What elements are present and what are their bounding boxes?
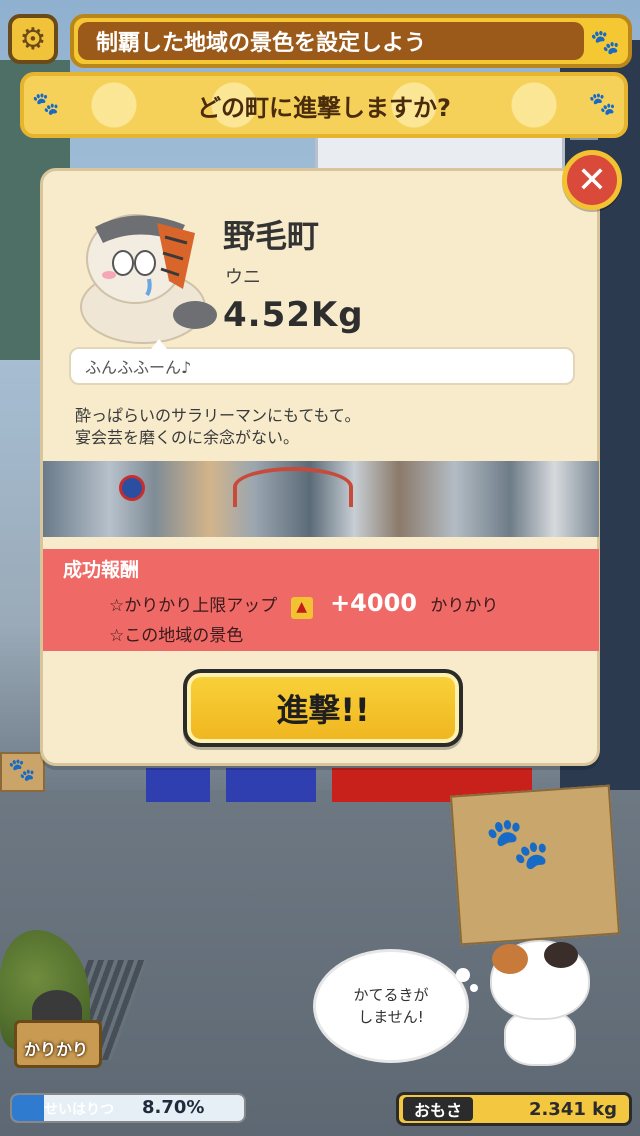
paw-icon: 🐾: [8, 758, 36, 783]
karikari-label: かりかり: [24, 1040, 89, 1059]
speech-bubble-dot: [470, 984, 478, 992]
reward-scenery-line: ☆この地域の景色: [109, 626, 244, 646]
reward-karikari-line: ☆かりかり上限アップ ▲ +4000 かりかり: [109, 589, 498, 619]
reward-panel: 成功報酬 ☆かりかり上限アップ ▲ +4000 かりかり ☆この地域の景色: [43, 549, 599, 651]
question-text: どの町に進撃しますか?: [197, 93, 451, 122]
reward-title: 成功報酬: [63, 559, 140, 581]
karikari-button[interactable]: かりかり: [10, 984, 106, 1080]
conquest-rate-bar: せいはりつ 8.70%: [10, 1093, 246, 1123]
weight-panel: おもさ 2.341 kg: [396, 1092, 632, 1126]
boss-weight: 4.52Kg: [223, 295, 364, 335]
banner-text: 制覇した地域の景色を設定しよう: [96, 31, 427, 56]
player-cat[interactable]: [484, 940, 604, 1068]
cat-speech-line: しません!: [358, 1008, 424, 1026]
close-button[interactable]: ✕: [562, 150, 622, 210]
conquest-rate-label: せいはりつ: [44, 1102, 115, 1118]
paw-icon: 🐾: [32, 92, 60, 117]
background-cloth: [146, 768, 210, 802]
background-cloth: [226, 768, 316, 802]
boss-description: 酔っぱらいのサラリーマンにもてもて。 宴会芸を磨くのに余念がない。: [75, 405, 565, 449]
boss-owner-name: ウニ: [225, 267, 261, 288]
cardboard-box: 🐾: [0, 752, 45, 792]
question-bar: 🐾 どの町に進撃しますか? 🐾: [20, 72, 628, 138]
cat-speech-line: かてるきが: [353, 986, 429, 1004]
paw-icon: 🐾: [588, 92, 616, 117]
up-arrow-icon: ▲: [290, 597, 313, 619]
weight-value: 2.341 kg: [528, 1099, 617, 1120]
cardboard-box: 🐾: [449, 784, 621, 946]
player-cat-patch: [492, 944, 528, 974]
attack-dialog: 野毛町 ウニ 4.52Kg ふんふふーん♪ 酔っぱらいのサラリーマンにもてもて。…: [40, 168, 600, 766]
weight-label: おもさ: [403, 1097, 473, 1121]
boss-speech: ふんふふーん♪: [69, 339, 575, 385]
no-parking-sign: [119, 475, 145, 501]
reward-karikari-amount: +4000: [330, 589, 417, 617]
town-photo: [43, 461, 599, 537]
player-cat-patch: [544, 942, 578, 968]
description-line: 宴会芸を磨くのに余念がない。: [75, 428, 300, 447]
conquest-rate-fill: [12, 1095, 45, 1121]
description-line: 酔っぱらいのサラリーマンにもてもて。: [75, 406, 361, 425]
scenery-banner[interactable]: 制覇した地域の景色を設定しよう 🐾: [70, 14, 632, 68]
street-arch: [233, 467, 353, 507]
reward-karikari-label: ☆かりかり上限アップ: [109, 596, 278, 616]
reward-karikari-unit: かりかり: [430, 596, 499, 616]
paw-icon: 🐾: [590, 28, 620, 56]
boss-cat-avatar: [80, 214, 217, 344]
paw-icon: 🐾: [483, 811, 553, 877]
gear-icon: ⚙: [19, 21, 47, 57]
speech-bubble-dot: [456, 968, 470, 982]
attack-button[interactable]: 進撃!!: [183, 669, 463, 747]
boss-town-name: 野毛町: [223, 217, 320, 255]
conquest-rate-value: 8.70%: [142, 1097, 205, 1118]
cat-speech-bubble: かてるきが しません!: [316, 952, 466, 1060]
settings-button[interactable]: ⚙: [8, 14, 58, 64]
close-icon: ✕: [576, 159, 608, 201]
